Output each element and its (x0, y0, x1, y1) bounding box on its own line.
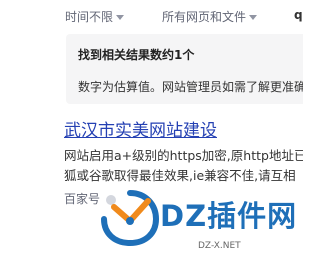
result-snippet-line: 网站启用a+级别的https加密,原http地址已 (64, 148, 303, 163)
result-count-description: 数字为估算值。网站管理员如需了解更准确 (78, 80, 303, 94)
time-filter-dropdown[interactable]: 时间不限 (65, 8, 125, 25)
result-source-label: 百家号 (64, 192, 101, 206)
site-filter-dropdown[interactable]: 所有网页和文件 (162, 8, 258, 25)
site-filter-label: 所有网页和文件 (162, 10, 247, 24)
chevron-down-icon (249, 15, 258, 20)
watermark-domain: DZ-X.NET (198, 241, 241, 251)
query-filter-fragment[interactable]: q (294, 8, 303, 22)
result-snippet-line: 狐或谷歌取得最佳效果,ie兼容不佳,请互相 (64, 168, 296, 183)
dz-logo-icon (101, 190, 160, 247)
watermark-text: DZ插件网 (160, 199, 298, 233)
search-results-page: 时间不限 所有网页和文件 q 找到相关结果数约1个 数字为估算值。网站管理员如需… (0, 0, 303, 279)
time-filter-label: 时间不限 (65, 10, 114, 24)
watermark: DZ插件网 DZ-X.NET (100, 187, 303, 267)
result-count-title: 找到相关结果数约1个 (78, 48, 195, 62)
result-snippet: 网站启用a+级别的https加密,原http地址已 狐或谷歌取得最佳效果,ie兼… (64, 146, 303, 186)
result-title-link[interactable]: 武汉市实美网站建设 (64, 120, 303, 142)
chevron-down-icon (116, 15, 125, 20)
result-count-notice: 找到相关结果数约1个 数字为估算值。网站管理员如需了解更准确 (66, 34, 303, 104)
search-filter-bar: 时间不限 所有网页和文件 q (0, 0, 303, 30)
